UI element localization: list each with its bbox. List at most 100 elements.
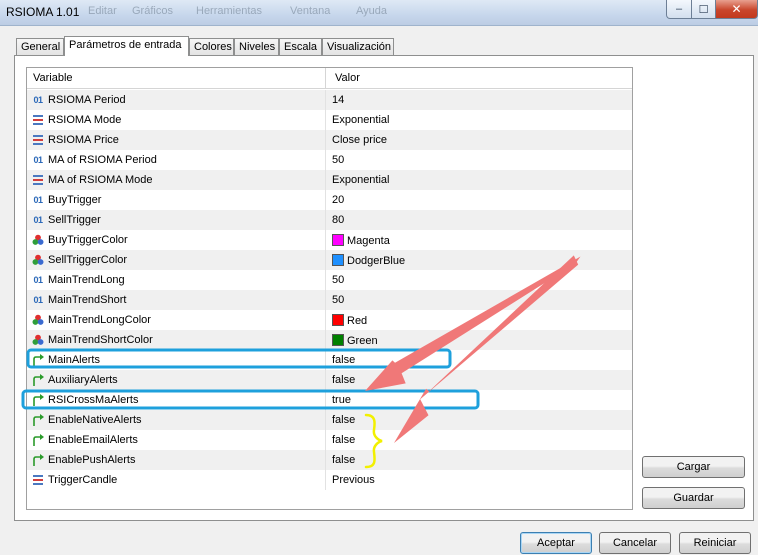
variable-value-text: false [332, 354, 356, 366]
variable-name: BuyTrigger [48, 194, 102, 206]
table-row[interactable]: BuyTriggerColor Magenta [27, 230, 632, 250]
load-button[interactable]: Cargar [642, 456, 745, 478]
table-row[interactable]: EnableNativeAlerts false [27, 410, 632, 430]
close-icon: ✕ [731, 2, 742, 16]
variable-value[interactable]: false [332, 434, 355, 446]
color-icon [31, 253, 45, 267]
header-variable[interactable]: Variable [33, 72, 73, 84]
column-divider [325, 90, 326, 110]
integer-icon: 01 [33, 275, 43, 285]
variable-value[interactable]: Red [332, 314, 367, 327]
column-divider [325, 250, 326, 270]
variable-value[interactable]: 80 [332, 214, 344, 226]
variable-value-text: Previous [332, 474, 375, 486]
table-row[interactable]: RSIOMA Price Close price [27, 130, 632, 150]
variable-value[interactable]: false [332, 414, 355, 426]
table-row[interactable]: 01 MainTrendShort 50 [27, 290, 632, 310]
column-divider [325, 450, 326, 470]
table-row[interactable]: TriggerCandle Previous [27, 470, 632, 490]
background-menu-herramientas: Herramientas [196, 5, 263, 17]
variable-name: RSIOMA Mode [48, 114, 122, 126]
variable-value[interactable]: 20 [332, 194, 344, 206]
column-divider [325, 430, 326, 450]
tab-escala[interactable]: Escala [279, 38, 322, 55]
variable-value[interactable]: 14 [332, 94, 344, 106]
variable-value-text: Green [347, 335, 378, 347]
variable-value[interactable]: false [332, 354, 355, 366]
bool-icon [31, 353, 45, 367]
table-row[interactable]: MainTrendShortColor Green [27, 330, 632, 350]
variable-name: SellTrigger [48, 214, 101, 226]
table-row[interactable]: AuxiliaryAlerts false [27, 370, 632, 390]
table-row[interactable]: SellTriggerColor DodgerBlue [27, 250, 632, 270]
variable-name: MainTrendLongColor [48, 314, 151, 326]
color-icon [31, 333, 45, 347]
variable-value-text: DodgerBlue [347, 255, 406, 267]
column-divider [325, 150, 326, 170]
table-row[interactable]: 01 MA of RSIOMA Period 50 [27, 150, 632, 170]
table-row[interactable]: RSICrossMaAlerts true [27, 390, 632, 410]
variable-value[interactable]: Green [332, 334, 378, 347]
tab-colores[interactable]: Colores [189, 38, 234, 55]
header-divider[interactable] [325, 68, 326, 89]
variable-value[interactable]: Previous [332, 474, 375, 486]
tab-visualizacion[interactable]: Visualización [322, 38, 394, 55]
variable-value[interactable]: 50 [332, 274, 344, 286]
table-row[interactable]: MA of RSIOMA Mode Exponential [27, 170, 632, 190]
column-divider [325, 390, 326, 410]
bool-icon [31, 453, 45, 467]
variable-name: TriggerCandle [48, 474, 118, 486]
variable-value-text: 50 [332, 154, 345, 166]
variable-value-text: 80 [332, 214, 345, 226]
bool-icon [31, 373, 45, 387]
close-button[interactable]: ✕ [715, 0, 758, 19]
variable-value[interactable]: Exponential [332, 114, 390, 126]
variable-value[interactable]: 50 [332, 294, 344, 306]
color-swatch [332, 314, 344, 326]
enum-icon [31, 113, 45, 127]
maximize-button[interactable]: ☐ [691, 0, 716, 19]
variable-value[interactable]: false [332, 374, 355, 386]
table-row[interactable]: 01 SellTrigger 80 [27, 210, 632, 230]
table-row[interactable]: 01 RSIOMA Period 14 [27, 90, 632, 110]
column-divider [325, 170, 326, 190]
tab-niveles[interactable]: Niveles [234, 38, 279, 55]
variable-value-text: Exponential [332, 114, 390, 126]
table-row[interactable]: EnablePushAlerts false [27, 450, 632, 470]
variable-value[interactable]: DodgerBlue [332, 254, 405, 267]
minimize-button[interactable]: – [666, 0, 692, 19]
color-swatch [332, 334, 344, 346]
table-row[interactable]: RSIOMA Mode Exponential [27, 110, 632, 130]
table-row[interactable]: MainTrendLongColor Red [27, 310, 632, 330]
table-row[interactable]: MainAlerts false [27, 350, 632, 370]
variable-value[interactable]: false [332, 454, 355, 466]
title-bar: RSIOMA 1.01 Editar Gráficos Herramientas… [0, 0, 758, 26]
variable-value-text: 20 [332, 194, 345, 206]
cancel-button[interactable]: Cancelar [599, 532, 671, 554]
table-row[interactable]: 01 BuyTrigger 20 [27, 190, 632, 210]
variable-value-text: false [332, 374, 356, 386]
variable-name: MA of RSIOMA Period [48, 154, 157, 166]
column-divider [325, 230, 326, 250]
column-divider [325, 410, 326, 430]
variable-value-text: Close price [332, 134, 388, 146]
variable-value[interactable]: Magenta [332, 234, 390, 247]
table-row[interactable]: 01 MainTrendLong 50 [27, 270, 632, 290]
variable-value[interactable]: Close price [332, 134, 387, 146]
maximize-icon: ☐ [698, 3, 709, 16]
reset-button[interactable]: Reiniciar [679, 532, 751, 554]
save-button[interactable]: Guardar [642, 487, 745, 509]
variable-value[interactable]: true [332, 394, 351, 406]
column-divider [325, 330, 326, 350]
variable-value[interactable]: Exponential [332, 174, 390, 186]
variable-name: AuxiliaryAlerts [48, 374, 118, 386]
variable-value[interactable]: 50 [332, 154, 344, 166]
enum-icon [31, 173, 45, 187]
tab-parametros-de-entrada[interactable]: Parámetros de entrada [64, 36, 189, 56]
tab-general[interactable]: General [16, 38, 64, 55]
color-swatch [332, 254, 344, 266]
header-value[interactable]: Valor [335, 72, 360, 84]
variable-name: EnableEmailAlerts [48, 434, 138, 446]
table-row[interactable]: EnableEmailAlerts false [27, 430, 632, 450]
accept-button[interactable]: Aceptar [520, 532, 592, 554]
